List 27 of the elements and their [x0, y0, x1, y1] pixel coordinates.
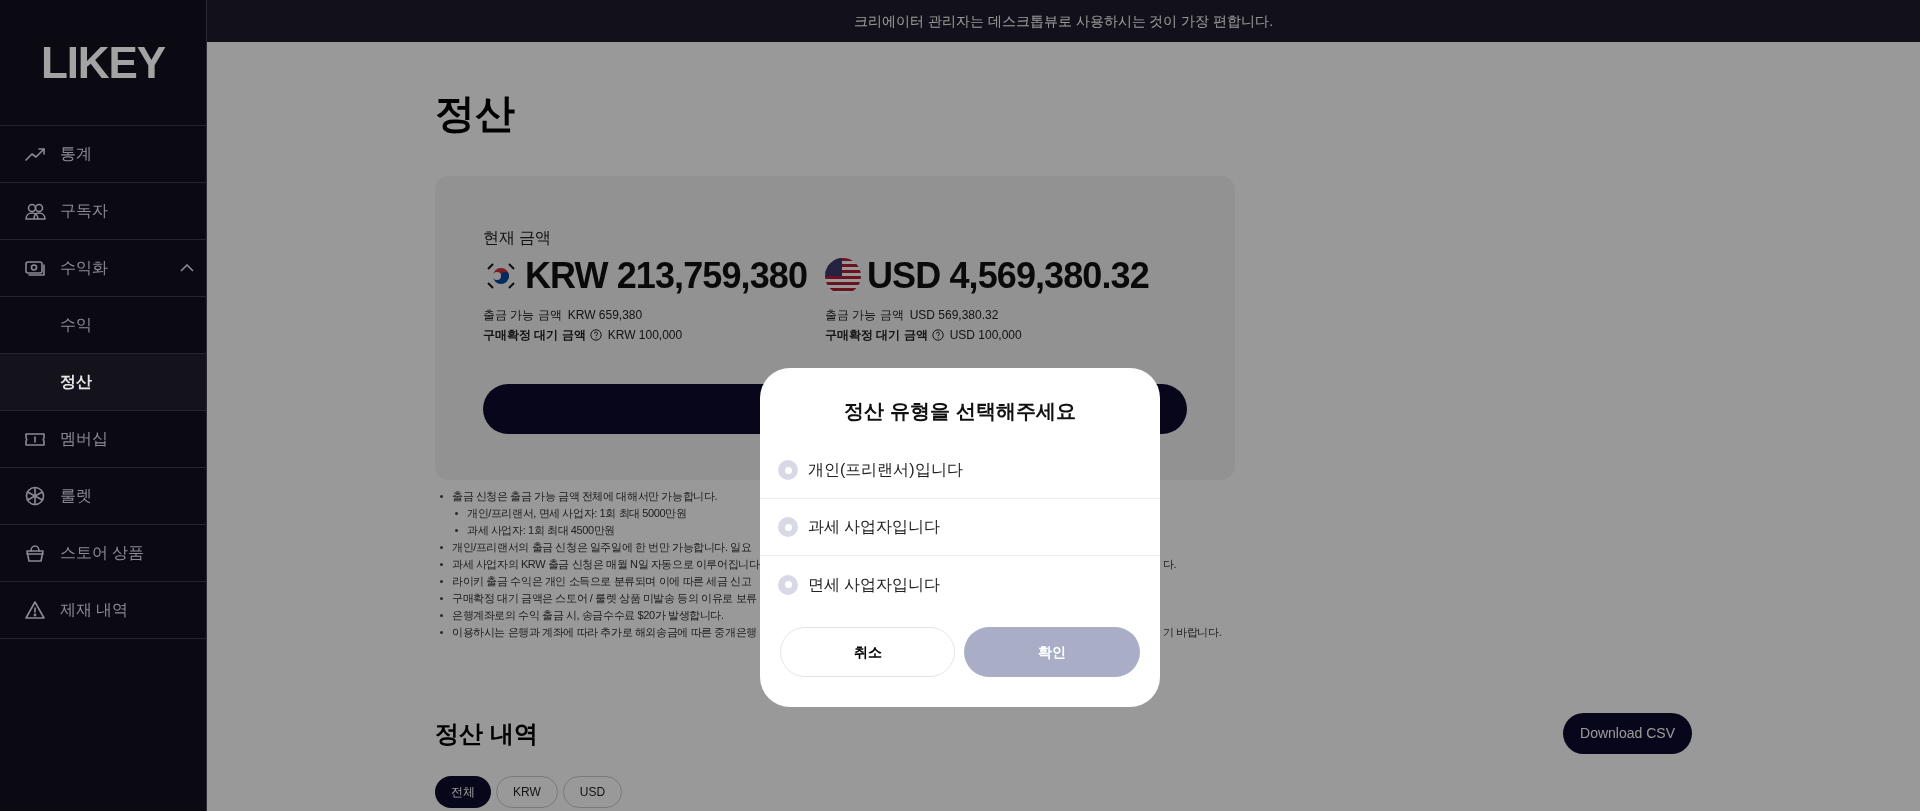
note-text: 은행계좌로의 수익 출금 시, 송금수수료 $20가 발생합니다. [452, 608, 724, 623]
section-title: 정산 내역 [435, 718, 538, 749]
available-label: 출금 가능 금액 [825, 307, 904, 324]
pending-amount: USD 100,000 [949, 327, 1022, 344]
balance-amount: USD 4,569,380.32 [867, 254, 1149, 298]
pending-label: 구매확정 대기 금액 [825, 327, 928, 344]
note-text: 출금 신청은 출금 가능 금액 전체에 대해서만 가능합니다. [452, 489, 718, 504]
note-text: 구매확정 대기 금액은 스토어 / 룰렛 상품 미발송 등의 이유로 보류 [452, 591, 757, 606]
note-text: 개인/프리랜서, 면세 사업자: 1회 최대 5000만원 [467, 506, 687, 521]
balance-label: 현재 금액 [483, 228, 553, 248]
banner-text: 크리에이터 관리자는 데스크톱뷰로 사용하시는 것이 가장 편합니다. [853, 11, 1274, 31]
available-amount: KRW 659,380 [567, 307, 643, 324]
note-text: 과세 사업자: 1회 최대 4500만원 [467, 523, 615, 538]
pending-label: 구매확정 대기 금액 [483, 327, 586, 344]
balance-amount: KRW 213,759,380 [525, 254, 808, 298]
logo: LIKEY [40, 36, 166, 89]
note-text: 기 바랍니다. [1163, 625, 1222, 640]
available-label: 출금 가능 금액 [483, 307, 562, 324]
available-amount: USD 569,380.32 [909, 307, 999, 324]
pending-amount: KRW 100,000 [607, 327, 683, 344]
note-text: 다. [1163, 557, 1177, 572]
dialog-title: 정산 유형을 선택해주세요 [843, 399, 1077, 424]
note-text: 라이키 출금 수익은 개인 소득으로 분류되며 이에 따른 세금 신고 [452, 574, 752, 589]
note-text: 개인/프리랜서의 출금 신청은 일주일에 한 번만 가능합니다. 일요 [452, 540, 752, 555]
note-text: 이용하시는 은행과 계좌에 따라 추가로 해외송금에 따른 중개은행 [452, 625, 757, 640]
page-title: 정산 [435, 90, 516, 137]
note-text: 과세 사업자의 KRW 출금 신청은 매월 N일 자동으로 이루어집니다 [452, 557, 760, 572]
